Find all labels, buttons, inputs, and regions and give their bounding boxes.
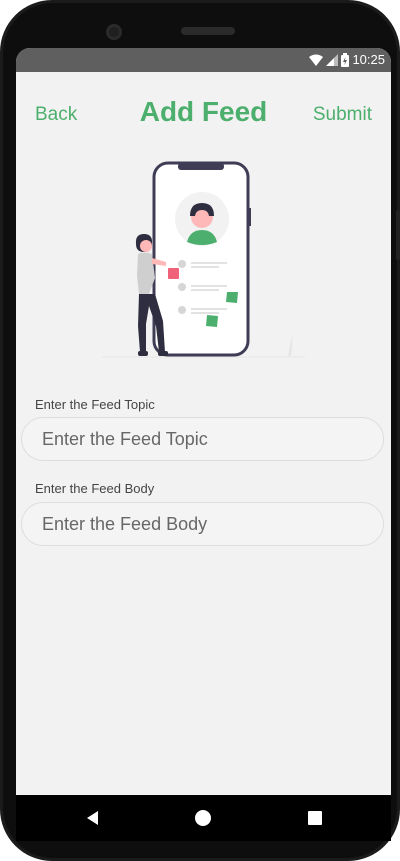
earpiece-speaker xyxy=(181,27,235,35)
app-screen: 10:25 Back Add Feed Submit Enter the Fee… xyxy=(16,48,391,795)
topic-input[interactable] xyxy=(40,427,364,451)
topic-label: Enter the Feed Topic xyxy=(35,397,155,412)
body-label: Enter the Feed Body xyxy=(35,481,155,496)
status-bar: 10:25 xyxy=(16,48,391,72)
home-circle-icon[interactable] xyxy=(194,809,212,827)
app-header: Back Add Feed Submit xyxy=(16,72,391,152)
body-field[interactable] xyxy=(21,502,384,546)
wifi-icon xyxy=(309,54,324,66)
front-camera-icon xyxy=(106,24,122,40)
battery-icon xyxy=(341,53,350,67)
signal-icon xyxy=(326,54,339,66)
volume-button xyxy=(396,210,400,260)
system-nav-bar xyxy=(16,795,391,841)
back-triangle-icon[interactable] xyxy=(84,809,102,827)
recents-square-icon[interactable] xyxy=(306,809,324,827)
body-input[interactable] xyxy=(40,512,364,536)
status-time: 10:25 xyxy=(352,52,385,67)
status-icons: 10:25 xyxy=(309,52,385,68)
submit-button[interactable]: Submit xyxy=(313,104,372,126)
topic-field[interactable] xyxy=(21,417,384,461)
add-feed-illustration xyxy=(102,161,305,358)
